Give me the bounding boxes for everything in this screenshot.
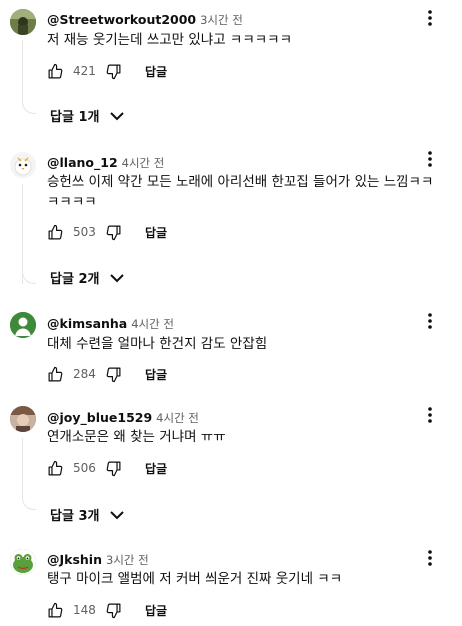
thumbs-up-icon — [48, 366, 63, 381]
comment-item: @kimsanha 4시간 전 대체 수련을 얼마나 한건지 감도 안잡힘 284… — [0, 300, 462, 392]
reply-button[interactable]: 답글 — [145, 63, 167, 80]
comment-text: 승헌쓰 이제 약간 모든 노래에 아리선배 한꼬집 들어가 있는 느낌ㅋㅋㅋㅋㅋ… — [47, 174, 434, 210]
comment-time[interactable]: 4시간 전 — [156, 411, 199, 425]
view-replies-button[interactable]: 답글 1개 — [50, 106, 125, 125]
more-vert-icon — [428, 151, 432, 167]
comment-header: @llano_12 4시간 전 — [47, 152, 164, 171]
thumbs-down-icon — [106, 64, 121, 79]
comment-time[interactable]: 4시간 전 — [131, 317, 174, 331]
comment-time[interactable]: 4시간 전 — [122, 156, 165, 170]
chevron-down-icon — [109, 272, 125, 284]
comment-author[interactable]: @kimsanha — [47, 316, 127, 331]
dislike-button[interactable] — [105, 364, 125, 384]
comment-actions: 506 답글 — [47, 458, 167, 478]
thread-curve — [22, 100, 36, 114]
like-button[interactable] — [47, 364, 67, 384]
avatar[interactable] — [10, 312, 36, 338]
like-button[interactable] — [47, 600, 67, 620]
view-replies-button[interactable]: 답글 2개 — [50, 268, 125, 287]
more-vert-icon — [428, 10, 432, 26]
comment-text: 대체 수련을 얼마나 한건지 감도 안잡힘 — [47, 336, 268, 352]
thumbs-up-icon — [48, 63, 63, 78]
comment-header: @Jkshin 3시간 전 — [47, 549, 149, 568]
replies-label: 답글 2개 — [50, 272, 100, 287]
thread-line — [22, 40, 23, 102]
like-button[interactable] — [47, 222, 67, 242]
avatar-photo-icon — [10, 9, 36, 35]
comment-author[interactable]: @joy_blue1529 — [47, 410, 152, 425]
thread-line — [22, 184, 23, 284]
thread-curve — [22, 270, 36, 284]
more-vert-icon — [428, 313, 432, 329]
comment-header: @Streetworkout2000 3시간 전 — [47, 9, 243, 28]
comment-item: @Streetworkout2000 3시간 전 저 재능 웃기는데 쓰고만 있냐… — [0, 0, 462, 140]
more-options-button[interactable] — [422, 405, 438, 425]
comment-header: @joy_blue1529 4시간 전 — [47, 407, 199, 426]
comment-item: @llano_12 4시간 전 승헌쓰 이제 약간 모든 노래에 아리선배 한꼬집… — [0, 140, 462, 290]
reply-button[interactable]: 답글 — [145, 460, 167, 477]
thread-line — [22, 438, 23, 498]
replies-label: 답글 3개 — [50, 509, 100, 524]
frog-avatar-icon — [10, 549, 36, 575]
thumbs-down-icon — [106, 367, 121, 382]
more-options-button[interactable] — [422, 548, 438, 568]
thumbs-down-icon — [106, 603, 121, 618]
person-avatar-icon — [10, 312, 36, 338]
like-count: 506 — [73, 461, 96, 475]
comment-author[interactable]: @Jkshin — [47, 552, 102, 567]
comment-item: @Jkshin 3시간 전 탱구 마이크 앨범에 저 커버 씌운거 진짜 웃기네 … — [0, 536, 462, 626]
avatar[interactable] — [10, 406, 36, 432]
like-count: 148 — [73, 603, 96, 617]
more-vert-icon — [428, 407, 432, 423]
chevron-down-icon — [109, 110, 125, 122]
dislike-button[interactable] — [105, 61, 125, 81]
more-options-button[interactable] — [422, 8, 438, 28]
thumbs-down-icon — [106, 225, 121, 240]
more-options-button[interactable] — [422, 311, 438, 331]
avatar[interactable] — [10, 152, 36, 178]
comment-actions: 148 답글 — [47, 600, 167, 620]
like-count: 284 — [73, 367, 96, 381]
reply-button[interactable]: 답글 — [145, 602, 167, 619]
comment-text: 탱구 마이크 앨범에 저 커버 씌운거 진짜 웃기네 ㅋㅋ — [47, 571, 343, 587]
thumbs-up-icon — [48, 602, 63, 617]
chevron-down-icon — [109, 509, 125, 521]
comment-author[interactable]: @Streetworkout2000 — [47, 12, 196, 27]
comment-text: 저 재능 웃기는데 쓰고만 있냐고 ㅋㅋㅋㅋㅋ — [47, 32, 293, 48]
more-options-button[interactable] — [422, 149, 438, 169]
avatar[interactable] — [10, 9, 36, 35]
comment-item: @joy_blue1529 4시간 전 연개소문은 왜 찾는 거냐며 ㅠㅠ 506… — [0, 394, 462, 534]
avatar-photo-icon — [10, 406, 36, 432]
comment-time[interactable]: 3시간 전 — [200, 13, 243, 27]
reply-button[interactable]: 답글 — [145, 366, 167, 383]
bird-avatar-icon — [10, 152, 36, 178]
like-button[interactable] — [47, 458, 67, 478]
comment-actions: 284 답글 — [47, 364, 167, 384]
thumbs-up-icon — [48, 460, 63, 475]
like-button[interactable] — [47, 61, 67, 81]
more-vert-icon — [428, 550, 432, 566]
dislike-button[interactable] — [105, 600, 125, 620]
comment-time[interactable]: 3시간 전 — [106, 553, 149, 567]
comment-text: 연개소문은 왜 찾는 거냐며 ㅠㅠ — [47, 429, 226, 445]
comment-actions: 421 답글 — [47, 61, 167, 81]
replies-label: 답글 1개 — [50, 110, 100, 125]
avatar[interactable] — [10, 549, 36, 575]
like-count: 421 — [73, 64, 96, 78]
view-replies-button[interactable]: 답글 3개 — [50, 505, 125, 524]
dislike-button[interactable] — [105, 222, 125, 242]
thumbs-up-icon — [48, 224, 63, 239]
like-count: 503 — [73, 225, 96, 239]
thumbs-down-icon — [106, 461, 121, 476]
dislike-button[interactable] — [105, 458, 125, 478]
comment-author[interactable]: @llano_12 — [47, 155, 118, 170]
comment-header: @kimsanha 4시간 전 — [47, 313, 174, 332]
thread-curve — [22, 496, 36, 510]
comment-actions: 503 답글 — [47, 222, 167, 242]
reply-button[interactable]: 답글 — [145, 224, 167, 241]
